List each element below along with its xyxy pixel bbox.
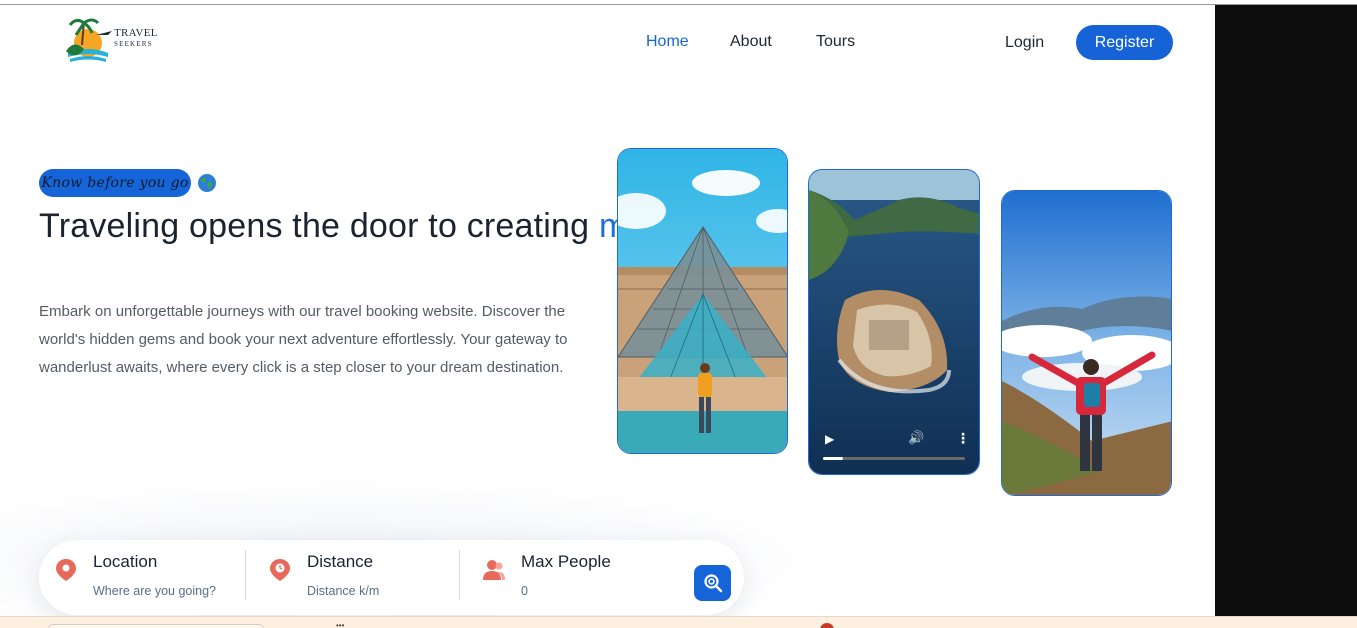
distance-field[interactable]: Distance Distance k/m — [269, 540, 459, 615]
brand-line1: TRAVEL — [114, 27, 158, 39]
location-input[interactable]: Where are you going? — [93, 584, 216, 598]
dark-side-panel — [1215, 5, 1357, 616]
field-divider — [245, 550, 246, 600]
nav-tours[interactable]: Tours — [816, 33, 855, 51]
login-button[interactable]: Login — [1005, 34, 1044, 52]
nav-about[interactable]: About — [730, 33, 772, 51]
video-controls: ▶ 🔊 ⋮ — [809, 414, 979, 474]
location-field[interactable]: Location Where are you going? — [55, 540, 245, 615]
hiker-photo — [1002, 191, 1171, 495]
distance-pin-icon — [270, 559, 290, 581]
brand-logo[interactable]: TRAVEL SEEKERS — [62, 15, 172, 67]
logo-emblem-icon — [66, 18, 112, 62]
globe-icon — [198, 174, 216, 192]
hero-badge: Know before you go — [39, 169, 191, 197]
map-pin-icon — [56, 559, 76, 581]
louvre-photo — [618, 149, 787, 453]
web-page: TRAVEL SEEKERS Home About Tours Login Re… — [0, 5, 1215, 616]
people-icon — [483, 560, 505, 580]
hero-description: Embark on unforgettable journeys with ou… — [39, 303, 568, 376]
video-progress-fill — [823, 457, 843, 460]
nav-home[interactable]: Home — [646, 33, 689, 51]
taskbar-dots-icon: ••• — [336, 621, 345, 628]
video-progress-bar[interactable] — [823, 457, 965, 460]
distance-input[interactable]: Distance k/m — [307, 584, 379, 598]
louvre-image-card — [617, 148, 788, 454]
more-options-icon[interactable]: ⋮ — [956, 430, 970, 447]
taskbar-search-pill[interactable] — [48, 624, 264, 628]
taskbar-app-icon[interactable] — [820, 623, 834, 628]
search-icon — [703, 574, 722, 593]
taskbar-strip: ••• — [0, 616, 1357, 628]
max-people-input[interactable]: 0 — [521, 584, 528, 598]
max-people-title: Max People — [521, 552, 611, 571]
brand-wordmark: TRAVEL SEEKERS — [114, 27, 158, 48]
location-title: Location — [93, 552, 158, 571]
field-divider — [459, 550, 460, 600]
play-icon[interactable]: ▶ — [825, 432, 837, 446]
brand-line2: SEEKERS — [114, 40, 153, 48]
volume-icon[interactable]: 🔊 — [908, 430, 924, 446]
search-bar: Location Where are you going? Distance D… — [39, 540, 744, 615]
headline-main: Traveling opens the door to creating — [39, 207, 590, 245]
hiker-image-card — [1001, 190, 1172, 496]
max-people-field[interactable]: Max People 0 — [483, 540, 673, 615]
distance-title: Distance — [307, 552, 374, 571]
search-button[interactable] — [694, 565, 731, 601]
register-button[interactable]: Register — [1076, 25, 1173, 60]
island-video-card[interactable]: ▶ 🔊 ⋮ — [808, 169, 980, 475]
